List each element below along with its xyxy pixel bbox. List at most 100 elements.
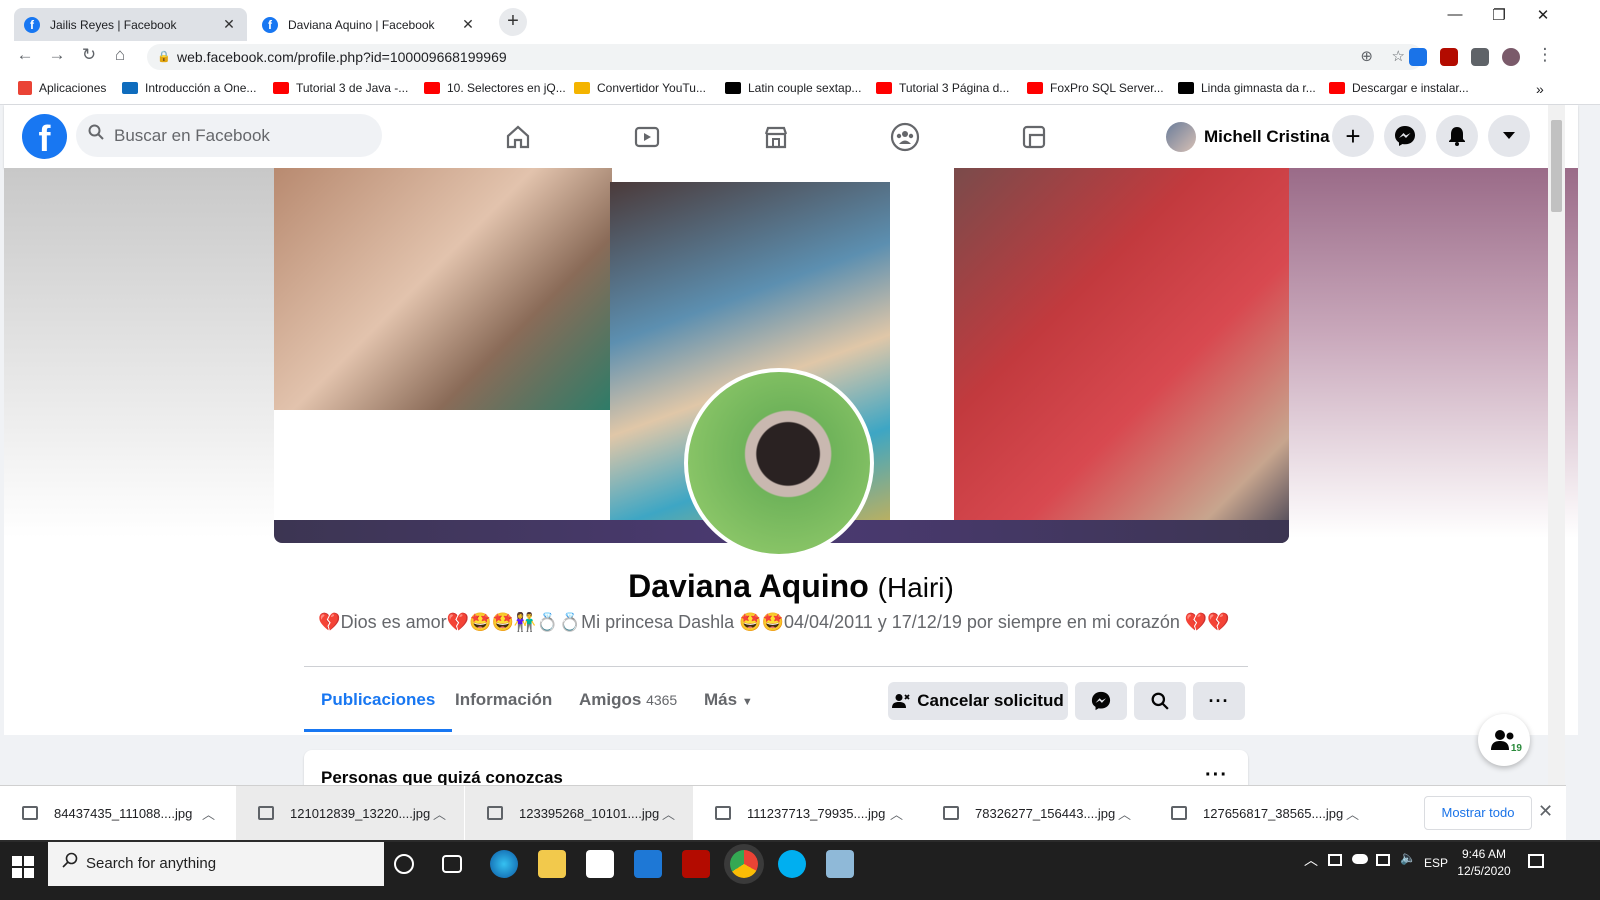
- bookmark-item[interactable]: Convertidor YouTu...: [574, 81, 706, 95]
- taskbar-clock[interactable]: 9:46 AM 12/5/2020: [1448, 846, 1520, 880]
- tab-close-icon[interactable]: ✕: [460, 16, 476, 33]
- bookmarks-bar: Aplicaciones Introducción a One... Tutor…: [0, 73, 1600, 105]
- bookmark-apps[interactable]: Aplicaciones: [18, 81, 106, 95]
- close-downloads-icon[interactable]: ✕: [1538, 801, 1553, 822]
- chevron-up-icon[interactable]: ︿: [202, 804, 215, 823]
- home-button-icon[interactable]: ⌂: [108, 45, 132, 65]
- watch-icon[interactable]: [629, 119, 665, 155]
- app-icon[interactable]: [826, 850, 854, 878]
- bookmark-item[interactable]: Introducción a One...: [122, 81, 256, 95]
- tab-amigos[interactable]: Amigos 4365: [562, 668, 694, 732]
- task-view-icon[interactable]: [442, 855, 462, 873]
- tab-mas[interactable]: Más ▼: [687, 668, 770, 732]
- tab-publicaciones[interactable]: Publicaciones: [304, 668, 453, 732]
- browser-menu-icon[interactable]: ⋮: [1533, 45, 1557, 65]
- download-item[interactable]: 123395268_10101....jpg ︿: [465, 786, 693, 840]
- scrollbar-thumb[interactable]: [1551, 120, 1562, 212]
- extensions-puzzle-icon[interactable]: [1471, 48, 1489, 66]
- marketplace-icon[interactable]: [758, 119, 794, 155]
- browser-tab-active[interactable]: f Daviana Aquino | Facebook ✕: [252, 8, 486, 41]
- download-item[interactable]: 121012839_13220....jpg ︿: [236, 786, 464, 840]
- taskbar-search-input[interactable]: Search for anything: [48, 842, 384, 886]
- display-icon[interactable]: [1376, 854, 1390, 866]
- create-button[interactable]: +: [1332, 115, 1374, 157]
- reload-icon[interactable]: ↻: [77, 45, 101, 65]
- address-bar[interactable]: 🔒 web.facebook.com/profile.php?id=100009…: [147, 44, 1423, 70]
- account-menu-button[interactable]: [1488, 115, 1530, 157]
- bookmark-item[interactable]: FoxPro SQL Server...: [1027, 81, 1164, 95]
- card-more-button[interactable]: ···: [1205, 764, 1228, 787]
- acrobat-icon[interactable]: [682, 850, 710, 878]
- facebook-logo[interactable]: f: [22, 114, 67, 159]
- skype-icon[interactable]: [778, 850, 806, 878]
- download-item[interactable]: 111237713_79935....jpg ︿: [693, 786, 921, 840]
- chevron-up-icon[interactable]: ︿: [662, 804, 675, 823]
- close-window-icon[interactable]: ✕: [1528, 6, 1558, 24]
- network-icon[interactable]: [1328, 854, 1342, 866]
- download-item[interactable]: 84437435_111088....jpg ︿: [0, 786, 233, 840]
- show-all-downloads-button[interactable]: Mostrar todo: [1424, 796, 1532, 830]
- download-filename: 127656817_38565....jpg: [1203, 805, 1344, 821]
- tab-informacion[interactable]: Información: [438, 668, 569, 732]
- file-explorer-icon[interactable]: [538, 850, 566, 878]
- bookmark-star-icon[interactable]: ☆: [1392, 44, 1405, 70]
- messenger-button[interactable]: [1384, 115, 1426, 157]
- friend-requests-button[interactable]: 19: [1478, 714, 1530, 766]
- bookmark-item[interactable]: Latin couple sextap...: [725, 81, 861, 95]
- message-button[interactable]: [1075, 682, 1127, 720]
- mail-icon[interactable]: [634, 850, 662, 878]
- chevron-up-icon[interactable]: ︿: [433, 804, 446, 823]
- onedrive-tray-icon[interactable]: [1352, 854, 1368, 864]
- minimize-icon[interactable]: —: [1440, 6, 1470, 23]
- notifications-center-icon[interactable]: [1528, 854, 1544, 868]
- search-profile-button[interactable]: [1134, 682, 1186, 720]
- profile-picture[interactable]: [684, 368, 874, 558]
- volume-icon[interactable]: 🔈: [1400, 850, 1416, 866]
- cortana-icon[interactable]: [394, 854, 414, 874]
- notifications-button[interactable]: [1436, 115, 1478, 157]
- tab-label: Amigos: [579, 690, 642, 709]
- profile-avatar-icon[interactable]: [1502, 48, 1520, 66]
- taskbar-search-placeholder: Search for anything: [86, 855, 217, 872]
- friends-count: 4365: [646, 692, 678, 708]
- facebook-search-input[interactable]: Buscar en Facebook: [76, 114, 382, 157]
- facebook-favicon-icon: f: [262, 16, 278, 33]
- new-tab-button[interactable]: +: [499, 8, 527, 36]
- bookmark-item[interactable]: Linda gimnasta da r...: [1178, 81, 1316, 95]
- chrome-icon[interactable]: [730, 850, 758, 878]
- zoom-icon[interactable]: ⊕: [1360, 44, 1373, 70]
- chevron-up-icon[interactable]: ︿: [1118, 804, 1131, 823]
- edge-icon[interactable]: [490, 850, 518, 878]
- cancel-request-button[interactable]: Cancelar solicitud: [888, 682, 1068, 720]
- tray-overflow-icon[interactable]: ︿: [1304, 850, 1318, 870]
- bookmark-item[interactable]: 10. Selectores en jQ...: [424, 81, 566, 95]
- chevron-up-icon[interactable]: ︿: [1346, 804, 1359, 823]
- tab-close-icon[interactable]: ✕: [221, 16, 237, 33]
- bookmark-label: Descargar e instalar...: [1352, 81, 1469, 95]
- back-icon[interactable]: ←: [13, 45, 37, 65]
- profile-tabs: Publicaciones Información Amigos 4365 Má…: [304, 668, 1248, 732]
- x-site-icon: [725, 82, 741, 94]
- browser-tab[interactable]: f Jailis Reyes | Facebook ✕: [14, 8, 247, 41]
- windows-start-icon[interactable]: [12, 856, 34, 878]
- groups-icon[interactable]: [887, 119, 923, 155]
- bookmark-item[interactable]: Tutorial 3 Página d...: [876, 81, 1009, 95]
- home-icon[interactable]: [500, 119, 536, 155]
- page-scrollbar[interactable]: [1548, 105, 1565, 785]
- bookmark-item[interactable]: Tutorial 3 de Java -...: [273, 81, 408, 95]
- restore-icon[interactable]: ❐: [1484, 6, 1514, 24]
- store-icon[interactable]: [586, 850, 614, 878]
- language-indicator[interactable]: ESP: [1424, 856, 1448, 870]
- bookmark-item[interactable]: Descargar e instalar...: [1329, 81, 1469, 95]
- bookmarks-overflow-icon[interactable]: »: [1536, 81, 1544, 97]
- more-options-button[interactable]: ···: [1193, 682, 1245, 720]
- forward-icon[interactable]: →: [45, 45, 69, 65]
- extension-icon[interactable]: [1409, 48, 1427, 66]
- download-item[interactable]: 127656817_38565....jpg ︿: [1149, 786, 1377, 840]
- gaming-icon[interactable]: [1016, 119, 1052, 155]
- pdf-extension-icon[interactable]: [1440, 48, 1458, 66]
- download-item[interactable]: 78326277_156443....jpg ︿: [921, 786, 1149, 840]
- user-profile-link[interactable]: Michell Cristina: [1166, 118, 1330, 155]
- bookmark-label: Convertidor YouTu...: [597, 81, 706, 95]
- chevron-up-icon[interactable]: ︿: [890, 804, 903, 823]
